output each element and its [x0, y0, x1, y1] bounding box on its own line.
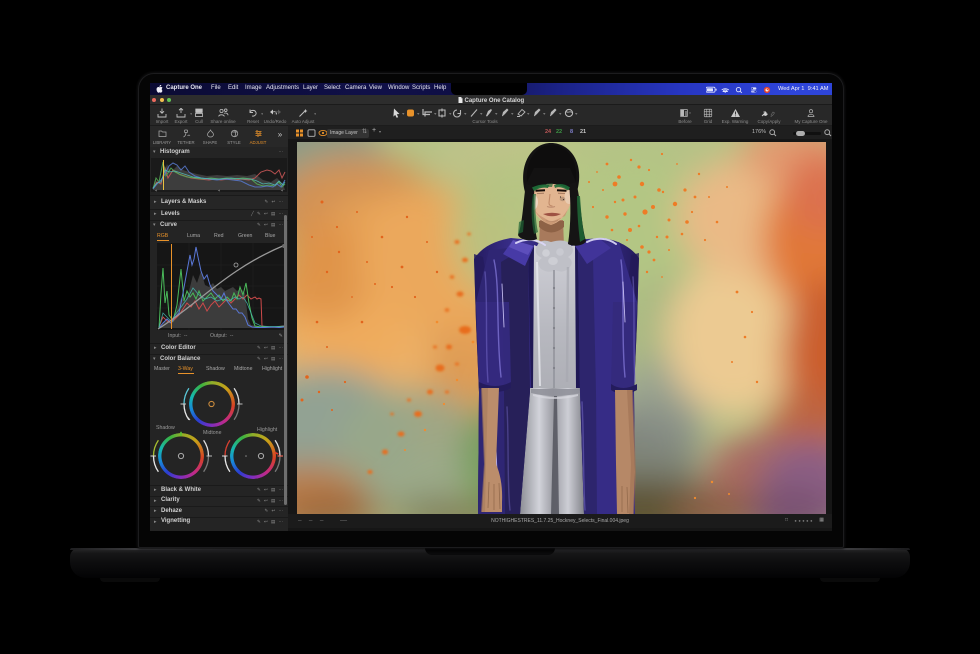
svg-text:◄: ◄: [217, 189, 220, 193]
svg-text:◄: ◄: [154, 189, 157, 193]
svg-text:◄: ◄: [280, 189, 283, 193]
